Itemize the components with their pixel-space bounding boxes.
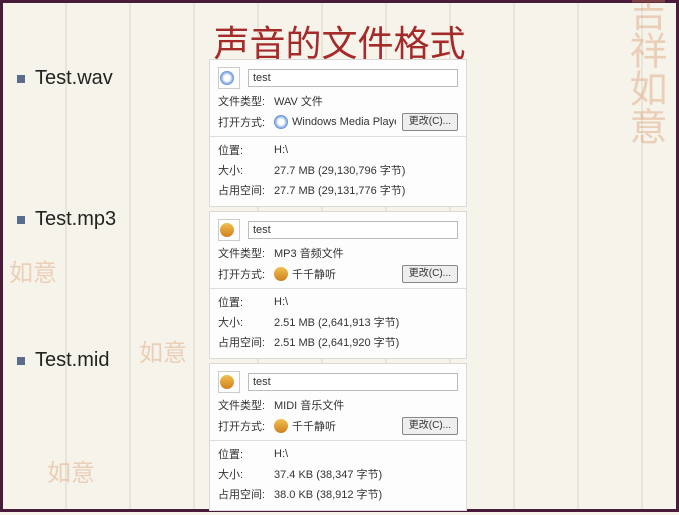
change-button[interactable]: 更改(C)... (402, 417, 458, 435)
change-button[interactable]: 更改(C)... (402, 113, 458, 131)
value-openwith: 千千静听 (292, 418, 396, 434)
label-size: 大小: (218, 314, 274, 330)
filename-field[interactable]: test (248, 221, 458, 239)
label-disksize: 占用空间: (218, 486, 274, 502)
value-disksize: 2.51 MB (2,641,920 字节) (274, 334, 399, 350)
bullet-item: Test.mp3 (17, 208, 116, 231)
change-button[interactable]: 更改(C)... (402, 265, 458, 283)
label-size: 大小: (218, 162, 274, 178)
value-location: H:\ (274, 448, 288, 460)
value-disksize: 27.7 MB (29,131,776 字节) (274, 182, 405, 198)
value-openwith: Windows Media Playe (292, 116, 396, 128)
label-filetype: 文件类型: (218, 397, 274, 413)
separator (210, 136, 466, 137)
value-size: 37.4 KB (38,347 字节) (274, 466, 382, 482)
value-filetype: WAV 文件 (274, 93, 323, 109)
app-icon (274, 267, 288, 281)
label-location: 位置: (218, 446, 274, 462)
file-icon (218, 67, 240, 89)
value-disksize: 38.0 KB (38,912 字节) (274, 486, 382, 502)
app-icon (274, 115, 288, 129)
separator (210, 440, 466, 441)
bullet-list: Test.wav Test.mp3 Test.mid (17, 65, 116, 372)
bullet-item: Test.wav (17, 67, 116, 90)
value-size: 2.51 MB (2,641,913 字节) (274, 314, 399, 330)
bullet-item: Test.mid (17, 349, 116, 372)
file-icon (218, 219, 240, 241)
decor-stamp: 如意 (47, 453, 95, 488)
file-properties-panel: test 文件类型:MIDI 音乐文件打开方式: 千千静听更改(C)... 位置:H:… (209, 363, 467, 511)
label-openwith: 打开方式: (218, 418, 274, 434)
label-location: 位置: (218, 142, 274, 158)
file-properties-panel: test 文件类型:MP3 音频文件打开方式: 千千静听更改(C)... 位置:H:\… (209, 211, 467, 359)
value-location: H:\ (274, 296, 288, 308)
app-icon (274, 419, 288, 433)
bullet-icon (17, 216, 25, 224)
bullet-label: Test.mid (35, 349, 109, 372)
file-panels: test文件类型:WAV 文件打开方式:Windows Media Playe更… (209, 59, 467, 515)
filename-field[interactable]: test (248, 373, 458, 391)
file-properties-panel: test 文件类型:WAV 文件打开方式: Windows Media Playe 更… (209, 59, 467, 207)
value-filetype: MIDI 音乐文件 (274, 397, 344, 413)
label-openwith: 打开方式: (218, 266, 274, 282)
label-openwith: 打开方式: (218, 114, 274, 130)
decor-stamp: 如意 (139, 333, 187, 368)
value-openwith: 千千静听 (292, 266, 396, 282)
label-disksize: 占用空间: (218, 182, 274, 198)
label-filetype: 文件类型: (218, 245, 274, 261)
file-icon (218, 371, 240, 393)
separator (210, 288, 466, 289)
value-location: H:\ (274, 144, 288, 156)
bullet-icon (17, 357, 25, 365)
label-location: 位置: (218, 294, 274, 310)
bullet-label: Test.wav (35, 67, 113, 90)
bullet-label: Test.mp3 (35, 208, 116, 231)
value-size: 27.7 MB (29,130,796 字节) (274, 162, 405, 178)
bullet-icon (17, 75, 25, 83)
label-filetype: 文件类型: (218, 93, 274, 109)
label-disksize: 占用空间: (218, 334, 274, 350)
filename-field[interactable]: test (248, 69, 458, 87)
value-filetype: MP3 音频文件 (274, 245, 344, 261)
label-size: 大小: (218, 466, 274, 482)
